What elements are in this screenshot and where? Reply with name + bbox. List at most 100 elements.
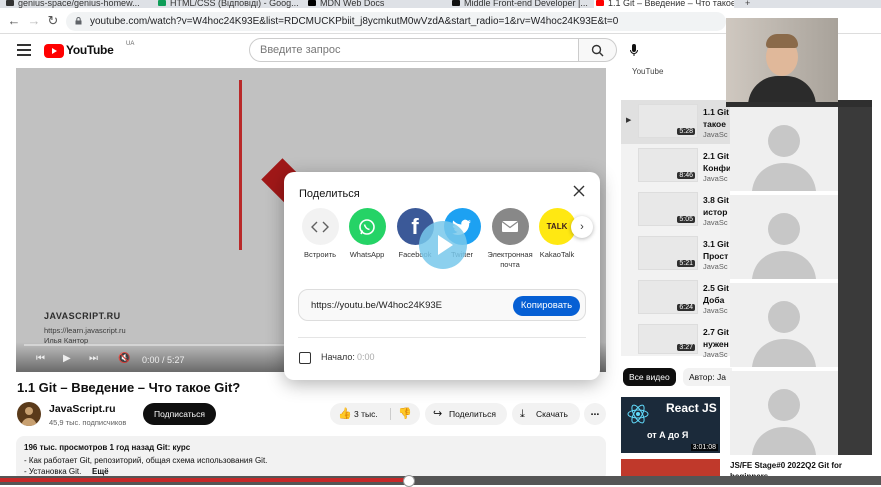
playlist-item[interactable]: ▶ 5:28 1.1 Git такое JavaSc (621, 100, 730, 144)
description-line: - Установка Git. (24, 467, 82, 476)
recommended-thumbnail[interactable]: React JS от А до Я 3:01:08 (621, 397, 720, 453)
person-hair (766, 34, 798, 48)
url-bar[interactable]: youtube.com/watch?v=W4hoc24K93E&list=RDC… (66, 12, 726, 31)
progress-handle[interactable] (403, 475, 415, 487)
video-thumbnail: 3:27 (638, 324, 698, 354)
participant-placeholder[interactable] (730, 195, 838, 279)
url-text: youtube.com/watch?v=W4hoc24K93E&list=RDC… (90, 16, 619, 27)
start-at-checkbox[interactable] (299, 352, 311, 364)
email-icon (491, 208, 529, 245)
participant-video[interactable] (726, 18, 838, 102)
like-icon[interactable]: 👍 (338, 403, 352, 425)
user-avatar-icon (752, 125, 816, 191)
recording-progress-fill (0, 478, 408, 482)
start-at-label: Начало: (321, 352, 355, 362)
search-button[interactable] (579, 38, 617, 62)
youtube-logo-text: YouTube (66, 43, 114, 57)
chip-author[interactable]: Автор: Ja (683, 368, 732, 386)
thumbnail-subtitle: от А до Я (647, 430, 689, 440)
like-count[interactable]: 3 тыс. (354, 403, 378, 425)
participant-placeholder[interactable] (730, 107, 838, 191)
browser-tab[interactable]: MDN Web Docs (306, 0, 446, 8)
previous-icon[interactable]: ⏮ (36, 353, 45, 364)
search-icon (591, 44, 604, 57)
video-title: 1.1 Git – Введение – Что такое Git? (17, 380, 241, 395)
sheets-icon (158, 0, 166, 6)
playlist-item[interactable]: 8:46 2.1 Git Конфи JavaSc (621, 144, 731, 188)
github-icon (6, 0, 14, 6)
thumbnail-title: React JS (666, 401, 717, 415)
region-code: UA (126, 41, 135, 47)
search-input[interactable]: Введите запрос (249, 38, 579, 62)
microphone-icon[interactable] (629, 43, 639, 57)
browser-tab[interactable]: Middle Front-end Developer |... (450, 0, 590, 8)
subscribe-button[interactable]: Подписаться (143, 403, 216, 425)
start-at-input[interactable]: 0:00 (357, 352, 375, 362)
lock-icon (75, 17, 82, 25)
more-icon[interactable]: ⋯ (584, 403, 606, 425)
video-duration: 3:01:08 (690, 444, 718, 451)
video-thumbnail: 5:21 (638, 236, 698, 270)
video-thumbnail: 5:05 (638, 192, 698, 226)
browser-tab[interactable]: HTML/CSS (Відповіді) - Goog... (156, 0, 302, 8)
channel-avatar[interactable] (17, 402, 41, 426)
kakaotalk-icon: TALK (538, 208, 576, 245)
close-icon[interactable] (572, 184, 586, 198)
mdn-icon (308, 0, 316, 6)
video-thumbnail: 5:28 (638, 104, 698, 138)
user-avatar-icon (752, 213, 816, 279)
site-icon (452, 0, 460, 6)
share-button[interactable]: ↪ Поделиться (425, 403, 507, 425)
youtube-logo[interactable]: YouTube UA (44, 41, 135, 59)
play-overlay-icon[interactable] (419, 221, 467, 269)
divider (390, 408, 391, 420)
playlist-item[interactable]: 5:05 3.8 Git истор JavaSc (621, 188, 730, 232)
play-icon[interactable]: ▶ (63, 353, 71, 364)
back-icon[interactable]: ← (6, 13, 22, 29)
reload-icon[interactable]: ↻ (45, 13, 61, 29)
playlist-panel: ▶ 5:28 1.1 Git такое JavaSc 8:46 2.1 Git… (621, 100, 780, 359)
recording-progress-bar[interactable] (0, 475, 881, 487)
mute-icon[interactable]: 🔇 (118, 353, 130, 364)
copy-button[interactable]: Копировать (513, 296, 580, 316)
share-link-text[interactable]: https://youtu.be/W4hoc24K93E (311, 300, 442, 311)
react-logo-icon (627, 404, 649, 424)
browser-tab-active[interactable]: 1.1 Git – Введение – Что такое... (594, 0, 734, 8)
divider (298, 337, 586, 338)
description-box[interactable]: 196 тыс. просмотров 1 год назад Git: кур… (16, 436, 606, 481)
youtube-icon (596, 0, 604, 6)
channel-name[interactable]: JavaScript.ru (49, 403, 116, 415)
video-thumbnail: 8:46 (638, 148, 698, 182)
dislike-icon[interactable]: 👎 (398, 403, 412, 425)
browser-tab[interactable]: genius-space/genius-homew... (4, 0, 152, 8)
new-tab-icon[interactable]: + (745, 0, 750, 8)
share-dialog-title: Поделиться (299, 188, 360, 200)
share-dialog: Поделиться Встроить WhatsApp f Facebook … (284, 172, 600, 380)
show-more-link[interactable]: Ещё (92, 467, 109, 476)
chevron-right-icon[interactable]: › (571, 216, 593, 238)
participant-placeholder[interactable] (730, 283, 838, 367)
forward-icon[interactable]: → (26, 13, 42, 29)
next-icon[interactable]: ⏭ (89, 353, 98, 364)
playlist-item[interactable]: 6:24 2.5 Git – Основы – Доба JavaSc (621, 276, 780, 320)
like-dislike-group: 👍 3 тыс. 👎 (330, 403, 420, 425)
playlist-item[interactable]: 3:27 2.7 Git нужен JavaSc (621, 320, 730, 364)
playlist-item[interactable]: 5:21 3.1 Git Прост JavaSc (621, 232, 730, 276)
video-meta: 196 тыс. просмотров 1 год назад Git: кур… (24, 443, 191, 452)
subscriber-count: 45,9 тыс. подписчиков (49, 418, 127, 427)
whatsapp-icon (348, 208, 386, 245)
user-avatar-icon (752, 301, 816, 367)
description-line: - Как работает Git, репозиторий, общая с… (24, 456, 268, 465)
embed-icon (301, 208, 339, 245)
call-panel-background (838, 107, 872, 455)
download-button[interactable]: ⤓ Скачать (512, 403, 580, 425)
download-icon: ⤓ (520, 408, 525, 420)
now-playing-icon: ▶ (626, 117, 632, 124)
youtube-logo-icon (44, 44, 64, 58)
chip-all-videos[interactable]: Все видео (623, 368, 676, 386)
sidebar-label: YouTube (632, 67, 664, 76)
browser-tab-strip: genius-space/genius-homew... HTML/CSS (В… (0, 0, 881, 8)
share-link-box: https://youtu.be/W4hoc24K93E Копировать (298, 289, 586, 321)
participant-placeholder[interactable] (730, 371, 838, 455)
share-icon: ↪ (433, 408, 443, 420)
